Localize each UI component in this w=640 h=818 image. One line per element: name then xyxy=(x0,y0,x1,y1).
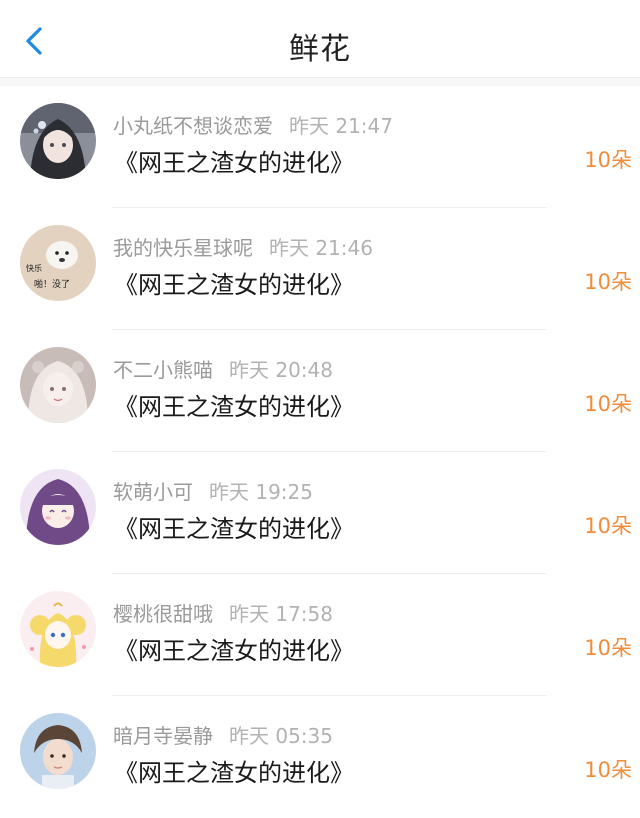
list-item[interactable]: 不二小熊喵 昨天 20:48 《网王之渣女的进化》 10朵 xyxy=(0,330,640,452)
gift-time: 昨天 17:58 xyxy=(229,602,333,626)
avatar xyxy=(20,103,96,179)
book-title: 《网王之渣女的进化》 xyxy=(114,515,354,543)
avatar xyxy=(20,469,96,545)
flower-amount: 10朵 xyxy=(584,636,632,660)
list-item[interactable]: 软萌小可 昨天 19:25 《网王之渣女的进化》 10朵 xyxy=(0,452,640,574)
flower-amount: 10朵 xyxy=(584,392,632,416)
book-title: 《网王之渣女的进化》 xyxy=(114,759,354,787)
sender-meta: 我的快乐星球呢 昨天 21:46 xyxy=(113,232,373,261)
gift-time: 昨天 19:25 xyxy=(209,480,313,504)
gift-time: 昨天 20:48 xyxy=(229,358,333,382)
sender-name[interactable]: 软萌小可 xyxy=(113,480,193,504)
svg-text:啪！没了: 啪！没了 xyxy=(34,278,70,290)
list-item[interactable]: 快乐 啪！没了 我的快乐星球呢 昨天 21:46 《网王之渣女的进化》 10朵 xyxy=(0,208,640,330)
book-title: 《网王之渣女的进化》 xyxy=(114,149,354,177)
sender-meta: 不二小熊喵 昨天 20:48 xyxy=(113,354,333,383)
sender-name[interactable]: 暗月寺晏静 xyxy=(113,724,213,748)
sender-meta: 软萌小可 昨天 19:25 xyxy=(113,476,313,505)
avatar xyxy=(20,591,96,667)
sender-meta: 樱桃很甜哦 昨天 17:58 xyxy=(113,598,333,627)
sender-meta: 暗月寺晏静 昨天 05:35 xyxy=(113,720,333,749)
flower-gift-list: 小丸纸不想谈恋爱 昨天 21:47 《网王之渣女的进化》 10朵 快乐 啪！没了 … xyxy=(0,86,640,818)
flower-amount: 10朵 xyxy=(584,514,632,538)
sender-name[interactable]: 我的快乐星球呢 xyxy=(113,236,253,260)
nav-header: 鲜花 xyxy=(0,0,640,78)
avatar xyxy=(20,347,96,423)
avatar: 快乐 啪！没了 xyxy=(20,225,96,301)
gift-time: 昨天 21:46 xyxy=(269,236,373,260)
gift-time: 昨天 05:35 xyxy=(229,724,333,748)
list-item[interactable]: 樱桃很甜哦 昨天 17:58 《网王之渣女的进化》 10朵 xyxy=(0,574,640,696)
book-title: 《网王之渣女的进化》 xyxy=(114,637,354,665)
avatar xyxy=(20,713,96,789)
book-title: 《网王之渣女的进化》 xyxy=(114,271,354,299)
page-title: 鲜花 xyxy=(289,32,351,67)
gift-time: 昨天 21:47 xyxy=(289,114,393,138)
book-title: 《网王之渣女的进化》 xyxy=(114,393,354,421)
sender-name[interactable]: 不二小熊喵 xyxy=(113,358,213,382)
list-item[interactable]: 暗月寺晏静 昨天 05:35 《网王之渣女的进化》 10朵 xyxy=(0,696,640,818)
flower-amount: 10朵 xyxy=(584,270,632,294)
sender-meta: 小丸纸不想谈恋爱 昨天 21:47 xyxy=(113,110,393,139)
avatar-caption: 快乐 xyxy=(26,263,42,273)
sender-name[interactable]: 小丸纸不想谈恋爱 xyxy=(113,114,273,138)
list-item[interactable]: 小丸纸不想谈恋爱 昨天 21:47 《网王之渣女的进化》 10朵 xyxy=(0,86,640,208)
flower-amount: 10朵 xyxy=(584,148,632,172)
sender-name[interactable]: 樱桃很甜哦 xyxy=(113,602,213,626)
flower-amount: 10朵 xyxy=(584,758,632,782)
